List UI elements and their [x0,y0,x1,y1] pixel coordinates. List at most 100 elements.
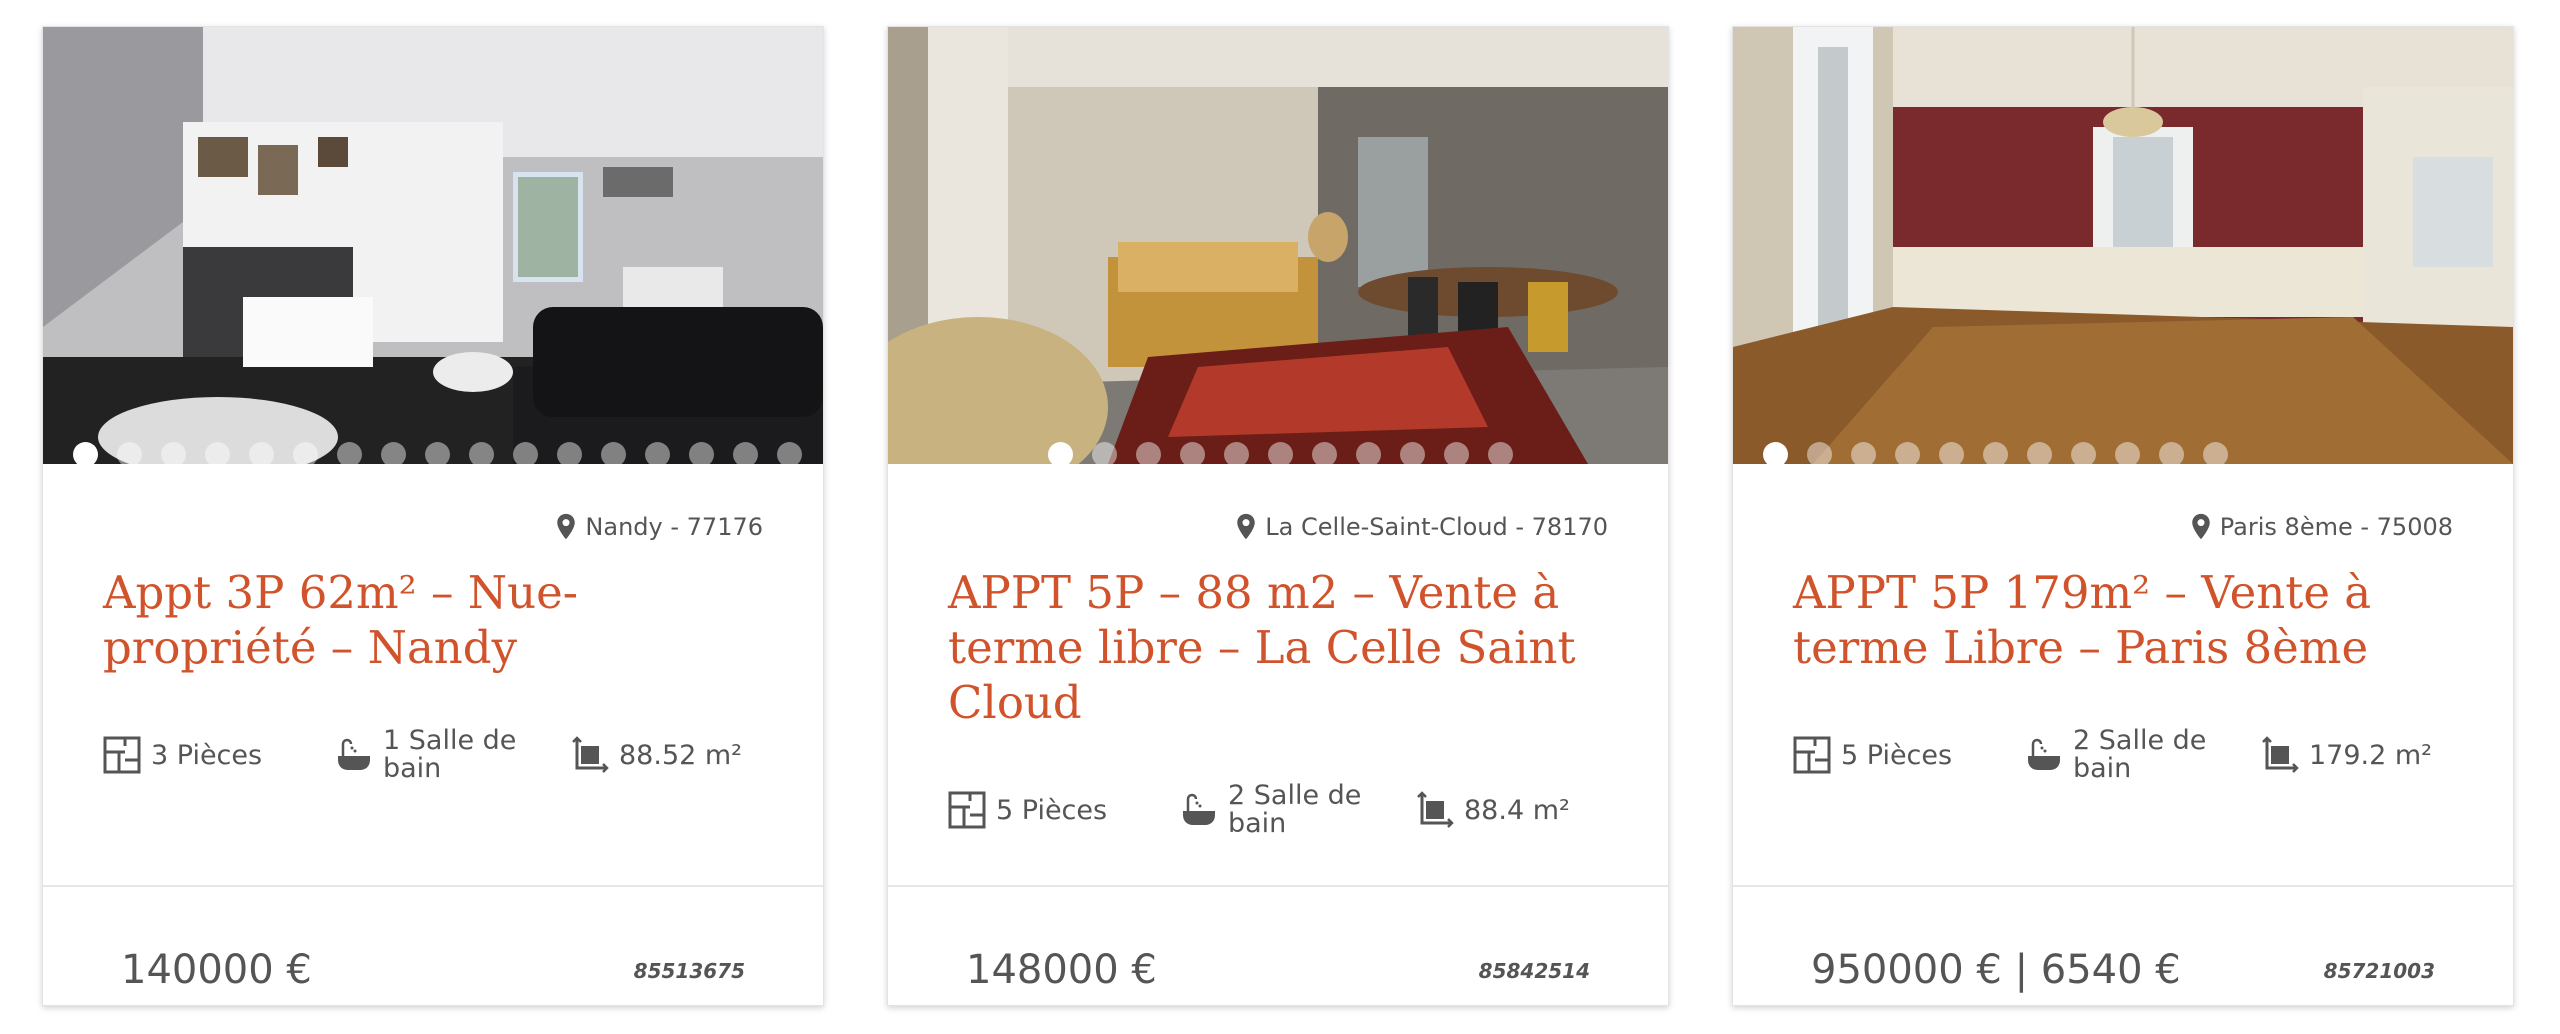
carousel-dot[interactable] [1312,442,1337,464]
rooms-text: 5 Pièces [1841,739,1953,771]
listing-price: 950000 € | 6540 € [1811,947,2181,993]
area-icon [1417,791,1454,828]
listing-title[interactable]: APPT 5P 179m² – Vente à terme Libre – Pa… [1793,565,2473,675]
rooms-text: 5 Pièces [996,794,1108,826]
carousel-dot[interactable] [73,442,98,464]
listing-location: Paris 8ème - 75008 [2190,513,2453,541]
bathrooms-feature: 1 Salle de bain [335,727,571,783]
carousel-dot[interactable] [469,442,494,464]
bathrooms-text: 2 Salle de bain [1228,780,1362,839]
photo-carousel-dots [1763,442,2228,464]
carousel-dot[interactable] [1048,442,1073,464]
carousel-dot[interactable] [1444,442,1469,464]
listing-price: 140000 € [121,947,312,993]
photo-carousel-dots [1048,442,1513,464]
carousel-dot[interactable] [1983,442,2008,464]
floor-plan-icon [948,791,986,829]
surface-feature: 179.2 m² [2261,736,2432,774]
bathrooms-text: 1 Salle de bain [383,725,517,784]
carousel-dot[interactable] [1400,442,1425,464]
floor-plan-icon [103,736,141,774]
listings-grid: Nandy - 77176 Appt 3P 62m² – Nue-proprié… [0,0,2560,1034]
carousel-dot[interactable] [1807,442,1832,464]
card-divider [888,885,1668,887]
listing-title[interactable]: Appt 3P 62m² – Nue-propriété – Nandy [103,565,783,675]
carousel-dot[interactable] [117,442,142,464]
card-divider [43,885,823,887]
area-icon [2262,736,2299,773]
carousel-dot[interactable] [425,442,450,464]
listing-location: La Celle-Saint-Cloud - 78170 [1235,513,1608,541]
location-text: Paris 8ème - 75008 [2219,513,2453,541]
surface-feature: 88.52 m² [571,736,742,774]
listing-photo[interactable] [1733,27,2513,464]
map-pin-icon [557,513,576,540]
carousel-dot[interactable] [161,442,186,464]
listing-reference: 85842514 [1478,959,1590,983]
carousel-dot[interactable] [205,442,230,464]
listing-features: 5 Pièces 2 Salle de bain 88.4 m² [948,782,1570,838]
listing-price: 148000 € [966,947,1157,993]
rooms-text: 3 Pièces [151,739,263,771]
photo-carousel-dots [73,442,802,464]
carousel-dot[interactable] [601,442,626,464]
listing-reference: 85513675 [633,959,745,983]
location-text: La Celle-Saint-Cloud - 78170 [1265,513,1608,541]
carousel-dot[interactable] [557,442,582,464]
rooms-feature: 5 Pièces [948,791,1180,829]
bathrooms-text: 2 Salle de bain [2073,725,2207,784]
listing-title[interactable]: APPT 5P – 88 m2 – Vente à terme libre – … [948,565,1628,730]
carousel-dot[interactable] [1136,442,1161,464]
listing-photo[interactable] [888,27,1668,464]
carousel-dot[interactable] [2203,442,2228,464]
map-pin-icon [1237,513,1256,540]
map-pin-icon [2192,513,2210,540]
bathrooms-feature: 2 Salle de bain [2025,727,2261,783]
carousel-dot[interactable] [733,442,758,464]
carousel-dot[interactable] [1180,442,1205,464]
carousel-dot[interactable] [777,442,802,464]
listing-photo[interactable] [43,27,823,464]
carousel-dot[interactable] [1939,442,1964,464]
carousel-dot[interactable] [513,442,538,464]
listing-card[interactable]: Nandy - 77176 Appt 3P 62m² – Nue-proprié… [42,26,824,1006]
bathrooms-feature: 2 Salle de bain [1180,782,1416,838]
carousel-dot[interactable] [1895,442,1920,464]
surface-text: 88.4 m² [1464,794,1570,826]
carousel-dot[interactable] [1851,442,1876,464]
location-text: Nandy - 77176 [585,513,763,541]
carousel-dot[interactable] [2115,442,2140,464]
carousel-dot[interactable] [2027,442,2052,464]
floor-plan-icon [1793,736,1831,774]
carousel-dot[interactable] [1092,442,1117,464]
bathtub-icon [2028,738,2060,770]
carousel-dot[interactable] [1268,442,1293,464]
carousel-dot[interactable] [381,442,406,464]
surface-text: 179.2 m² [2309,739,2433,771]
listing-location: Nandy - 77176 [555,513,763,541]
carousel-dot[interactable] [2159,442,2184,464]
carousel-dot[interactable] [293,442,318,464]
surface-feature: 88.4 m² [1416,791,1570,829]
area-icon [572,736,609,773]
listing-card[interactable]: Paris 8ème - 75008 APPT 5P 179m² – Vente… [1732,26,2514,1006]
carousel-dot[interactable] [645,442,670,464]
listing-reference: 85721003 [2323,959,2435,983]
card-divider [1733,885,2513,887]
carousel-dot[interactable] [1356,442,1381,464]
carousel-dot[interactable] [337,442,362,464]
carousel-dot[interactable] [1224,442,1249,464]
carousel-dot[interactable] [1763,442,1788,464]
listing-features: 5 Pièces 2 Salle de bain 179.2 m² [1793,727,2432,783]
bathtub-icon [338,738,370,770]
carousel-dot[interactable] [1488,442,1513,464]
rooms-feature: 3 Pièces [103,736,335,774]
bathtub-icon [1183,793,1215,825]
carousel-dot[interactable] [689,442,714,464]
surface-text: 88.52 m² [619,739,743,771]
listing-features: 3 Pièces 1 Salle de bain 88.52 m² [103,727,742,783]
carousel-dot[interactable] [249,442,274,464]
rooms-feature: 5 Pièces [1793,736,2025,774]
carousel-dot[interactable] [2071,442,2096,464]
listing-card[interactable]: La Celle-Saint-Cloud - 78170 APPT 5P – 8… [887,26,1669,1006]
